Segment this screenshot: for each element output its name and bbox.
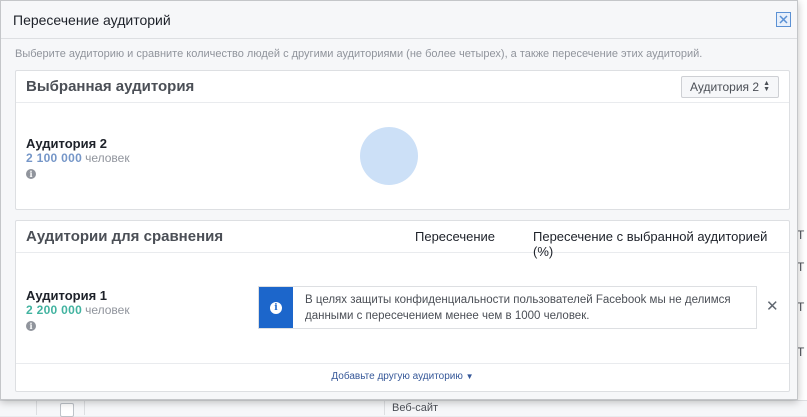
background-cell-divider [384,400,385,415]
selected-audience-count-unit: человек [85,151,130,165]
selected-audience-header: Выбранная аудитория Аудитория 2 ▲ ▼ [16,71,789,103]
background-fragment: Т [797,300,805,314]
selected-audience-info: Аудитория 2 2 100 000 человек i [26,136,130,179]
compare-audience-info: Аудитория 1 2 200 000 человек i [26,288,130,331]
dialog-description: Выберите аудиторию и сравните количество… [15,48,703,60]
remove-audience-button[interactable]: ✕ [766,299,779,314]
compare-audience-name: Аудитория 1 [26,288,108,303]
panel-divider [16,363,789,364]
background-cell-divider [36,400,37,415]
selected-audience-name: Аудитория 2 [26,136,108,151]
compare-audience-count-value: 2 200 000 [26,303,83,317]
compare-audiences-panel: Аудитории для сравнения Пересечение Пере… [15,220,790,392]
select-arrows-icon: ▲ ▼ [763,80,770,93]
compare-audiences-title: Аудитории для сравнения [26,228,224,245]
audience-selector[interactable]: Аудитория 2 ▲ ▼ [680,76,779,98]
column-header-overlap: Пересечение [415,229,496,244]
caret-down-icon: ▼ [465,372,474,381]
background-fragment: Т [797,260,805,274]
selected-audience-count: 2 100 000 человек [26,151,130,165]
notice-text-line: данными с пересечением менее чем в 1000 … [305,310,590,322]
dialog-header: Пересечение аудиторий [1,1,797,39]
privacy-notice: i В целях защиты конфиденциальности поль… [258,286,757,329]
background-cell-text: Веб-сайт [392,402,439,414]
close-button[interactable] [776,12,791,27]
add-audience-label: Добавьте другую аудиторию [331,371,463,382]
notice-text-line: В целях защиты конфиденциальности пользо… [305,294,731,306]
close-icon [779,15,788,24]
info-icon[interactable]: i [26,321,36,331]
compare-audiences-header: Аудитории для сравнения Пересечение Пере… [16,221,789,259]
audience-circle [360,127,418,185]
selected-audience-title: Выбранная аудитория [26,78,195,95]
notice-text: В целях защиты конфиденциальности пользо… [293,287,731,328]
audience-overlap-dialog: Пересечение аудиторий Выберите аудиторию… [0,0,798,400]
background-fragment: Т [797,228,805,242]
compare-audience-count-unit: человек [85,303,130,317]
add-audience-link[interactable]: Добавьте другую аудиторию ▼ [16,371,789,382]
notice-icon-box: i [259,287,293,328]
compare-audience-count: 2 200 000 человек [26,303,130,317]
dialog-title: Пересечение аудиторий [13,11,171,28]
selected-audience-panel: Выбранная аудитория Аудитория 2 ▲ ▼ Аудит… [15,70,790,210]
background-fragment: Т [797,345,805,359]
background-cell-divider [84,400,85,415]
column-header-overlap-percent: Пересечение с выбранной аудиторией (%) [533,229,768,259]
selected-audience-count-value: 2 100 000 [26,151,83,165]
info-icon: i [270,301,282,314]
audience-selector-value: Аудитория 2 [689,80,760,94]
info-icon[interactable]: i [26,169,36,179]
